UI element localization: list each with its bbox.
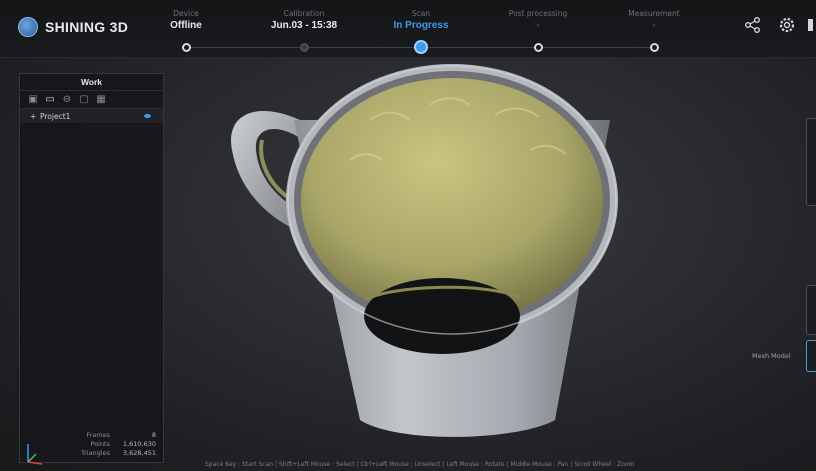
work-panel: Work ▣ ▭ ⊖ ▢ ▦ + Project1 Frames 8 Point…: [19, 73, 164, 463]
step-node-post-processing[interactable]: [533, 42, 543, 52]
remove-icon[interactable]: ⊖: [61, 94, 73, 106]
mesh-model-toggle[interactable]: [806, 340, 816, 372]
step-label: Scan: [411, 9, 431, 18]
step-label: Post processing: [508, 9, 568, 18]
step-measurement[interactable]: Measurement -: [599, 9, 709, 32]
step-scan[interactable]: Scan In Progress: [366, 9, 476, 32]
stat-value: 8: [151, 431, 156, 439]
status-bar-hints: Space Key : Start Scan | Shift+Left Mous…: [205, 461, 635, 468]
brand-logo: SHINING 3D: [18, 17, 128, 37]
step-value: -: [652, 20, 656, 31]
help-icon[interactable]: [806, 16, 816, 38]
stat-key: Frames: [86, 431, 110, 439]
new-icon[interactable]: ▣: [27, 94, 39, 106]
tree-item-label: Project1: [40, 111, 71, 121]
mesh-model-label: Mesh Model: [752, 352, 791, 360]
panel-toolbar: ▣ ▭ ⊖ ▢ ▦: [20, 91, 163, 109]
stat-value: 3,628,451: [122, 449, 156, 457]
share-icon[interactable]: [742, 16, 764, 38]
step-node-calibration[interactable]: [299, 42, 309, 52]
step-value: -: [536, 20, 540, 31]
expand-icon[interactable]: +: [30, 112, 40, 121]
step-node-device[interactable]: [181, 42, 191, 52]
step-label: Measurement: [628, 9, 680, 18]
step-node-measurement[interactable]: [649, 42, 659, 52]
save-icon[interactable]: ▢: [78, 94, 90, 106]
step-label: Calibration: [283, 9, 325, 18]
scan-hole: [364, 278, 520, 354]
stat-value: 1,610,630: [122, 440, 156, 448]
stat-row: Frames 8: [20, 431, 165, 440]
step-post-processing[interactable]: Post processing -: [483, 9, 593, 32]
right-panel-tab[interactable]: [806, 285, 816, 335]
logo-icon: [18, 17, 38, 37]
tree-item-project[interactable]: + Project1: [20, 109, 163, 123]
step-value: Jun.03 - 15:38: [270, 20, 338, 31]
top-bar: SHINING 3D Device Offline Calibration Ju…: [0, 0, 816, 58]
visibility-icon[interactable]: [144, 114, 151, 118]
settings-icon[interactable]: [776, 16, 798, 38]
brand-name: SHINING 3D: [45, 19, 129, 35]
step-value: Offline: [170, 20, 202, 31]
step-label: Device: [173, 9, 199, 18]
step-device[interactable]: Device Offline: [131, 9, 241, 32]
step-node-scan[interactable]: [414, 40, 428, 54]
axis-gizmo-icon: [27, 444, 43, 465]
step-value: In Progress: [393, 20, 449, 31]
open-icon[interactable]: ▭: [44, 94, 56, 106]
panel-title: Work: [20, 74, 163, 91]
grid-icon[interactable]: ▦: [95, 94, 107, 106]
right-panel-tab[interactable]: [806, 118, 816, 206]
step-calibration[interactable]: Calibration Jun.03 - 15:38: [249, 9, 359, 32]
